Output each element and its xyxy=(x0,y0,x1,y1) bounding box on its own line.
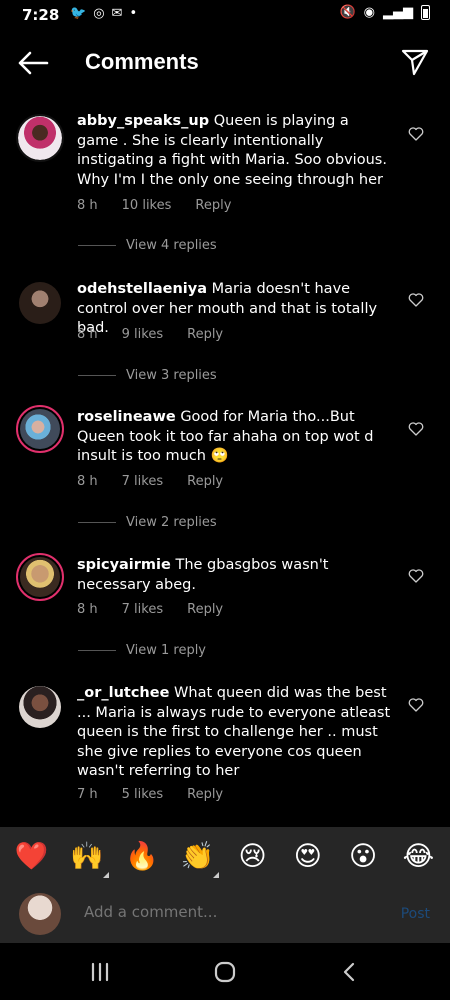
gmail-icon: ✉ xyxy=(111,6,123,21)
avatar[interactable] xyxy=(19,282,61,324)
comment-text: roselineawe Good for Maria tho...But Que… xyxy=(77,408,393,467)
comment-likes[interactable]: 7 likes xyxy=(122,474,163,489)
system-navigation-bar xyxy=(0,943,450,1000)
header: Comments xyxy=(0,40,450,88)
crying-emoji-button[interactable]: 😢 xyxy=(233,841,273,872)
reply-button[interactable]: Reply xyxy=(195,198,231,213)
comment-time: 8 h xyxy=(77,198,98,213)
clapping-emoji: 👏 xyxy=(180,841,215,872)
replies-divider xyxy=(78,375,116,376)
comment-meta: 8 h 10 likes Reply xyxy=(77,198,255,213)
replies-divider xyxy=(78,522,116,523)
notification-icons: 🐦 ◎ ✉ • xyxy=(70,6,137,21)
like-heart-icon[interactable] xyxy=(408,421,424,437)
status-bar: 7:28 🐦 ◎ ✉ • 🔇 ◉ ▂▄▆ xyxy=(0,0,450,30)
view-replies-link[interactable]: View 4 replies xyxy=(78,238,217,253)
view-replies-label: View 2 replies xyxy=(126,515,217,530)
like-heart-icon[interactable] xyxy=(408,292,424,308)
comment-username[interactable]: abby_speaks_up xyxy=(77,113,209,129)
twitter-icon: 🐦 xyxy=(70,6,87,21)
home-icon[interactable] xyxy=(213,960,237,984)
current-user-avatar xyxy=(19,893,61,935)
back-arrow-icon[interactable] xyxy=(16,48,50,78)
view-replies-label: View 4 replies xyxy=(126,238,217,253)
comment-likes[interactable]: 9 likes xyxy=(122,327,163,342)
skin-tone-indicator xyxy=(102,872,109,878)
replies-divider xyxy=(78,245,116,246)
recent-apps-icon[interactable] xyxy=(88,960,112,984)
like-heart-icon[interactable] xyxy=(408,126,424,142)
reply-button[interactable]: Reply xyxy=(187,327,223,342)
dot-icon: • xyxy=(129,6,138,21)
signal-icon: ▂▄▆ xyxy=(383,5,413,20)
clapping-emoji-button[interactable]: 👏 xyxy=(177,840,220,878)
heart-emoji-button[interactable]: ❤️ xyxy=(12,840,52,872)
reply-button[interactable]: Reply xyxy=(187,787,223,802)
comment-text: spicyairmie The gbasgbos wasn't necessar… xyxy=(77,556,393,595)
raising-hands-emoji: 🙌 xyxy=(70,841,104,872)
battery-icon xyxy=(421,5,430,20)
avatar[interactable] xyxy=(16,405,64,453)
avatar[interactable] xyxy=(19,686,61,728)
comment-text: abby_speaks_up Queen is playing a game .… xyxy=(77,112,393,190)
status-time: 7:28 xyxy=(22,6,60,24)
reply-button[interactable]: Reply xyxy=(187,474,223,489)
comment-meta: 8 h 9 likes Reply xyxy=(77,327,247,342)
comment-input[interactable] xyxy=(84,903,364,921)
view-replies-link[interactable]: View 3 replies xyxy=(78,368,217,383)
raising-hands-emoji-button[interactable]: 🙌 xyxy=(67,840,109,878)
comment-input-bar: Post xyxy=(0,885,450,943)
comment-time: 8 h xyxy=(77,327,98,342)
like-heart-icon[interactable] xyxy=(408,568,424,584)
send-icon[interactable] xyxy=(400,47,430,77)
comment-time: 7 h xyxy=(77,787,98,802)
instagram-icon: ◎ xyxy=(93,6,105,21)
comment-username[interactable]: _or_lutchee xyxy=(77,685,169,701)
comment-likes[interactable]: 10 likes xyxy=(122,198,172,213)
view-replies-label: View 1 reply xyxy=(126,643,206,658)
avatar[interactable] xyxy=(16,553,64,601)
surprised-emoji-button[interactable]: 😮 xyxy=(343,841,383,872)
comment-meta: 8 h 7 likes Reply xyxy=(77,602,247,617)
back-nav-icon[interactable] xyxy=(338,960,362,984)
comment-likes[interactable]: 7 likes xyxy=(122,602,163,617)
avatar[interactable] xyxy=(16,114,64,162)
comment-username[interactable]: spicyairmie xyxy=(77,557,171,573)
comment-username[interactable]: roselineawe xyxy=(77,409,176,425)
wifi-icon: ◉ xyxy=(363,5,375,20)
comment-text: _or_lutchee What queen did was the best … xyxy=(77,684,393,782)
comment-meta: 7 h 5 likes Reply xyxy=(77,787,247,802)
comment-likes[interactable]: 5 likes xyxy=(122,787,163,802)
view-replies-link[interactable]: View 1 reply xyxy=(78,643,206,658)
emoji-reaction-bar: ❤️ 🙌 🔥 👏 😢 😍 😮 😂 xyxy=(0,827,450,885)
comment-username[interactable]: odehstellaeniya xyxy=(77,281,207,297)
view-replies-link[interactable]: View 2 replies xyxy=(78,515,217,530)
reply-button[interactable]: Reply xyxy=(187,602,223,617)
fire-emoji-button[interactable]: 🔥 xyxy=(122,840,162,872)
page-title: Comments xyxy=(85,49,199,74)
view-replies-label: View 3 replies xyxy=(126,368,217,383)
post-button[interactable]: Post xyxy=(401,906,430,922)
heart-eyes-emoji-button[interactable]: 😍 xyxy=(288,841,328,872)
replies-divider xyxy=(78,650,116,651)
comment-time: 8 h xyxy=(77,602,98,617)
system-icons: 🔇 ◉ ▂▄▆ xyxy=(339,5,430,20)
comment-time: 8 h xyxy=(77,474,98,489)
laughing-emoji-button[interactable]: 😂 xyxy=(398,841,438,872)
comment-meta: 8 h 7 likes Reply xyxy=(77,474,247,489)
skin-tone-indicator xyxy=(213,872,220,878)
like-heart-icon[interactable] xyxy=(408,697,424,713)
mute-icon: 🔇 xyxy=(339,5,356,20)
